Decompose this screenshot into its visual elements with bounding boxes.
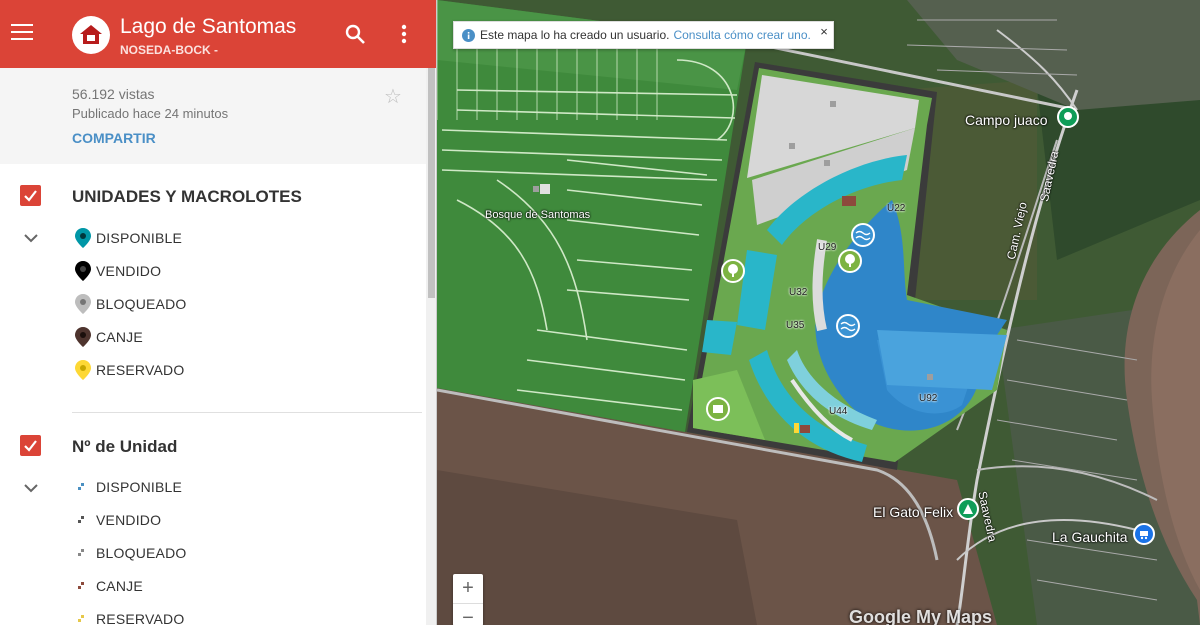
campground-icon[interactable] <box>957 498 979 520</box>
legend-label: VENDIDO <box>96 263 162 279</box>
layer-units-checkbox[interactable] <box>20 185 41 206</box>
legend-item-canje[interactable]: CANJE <box>72 324 412 350</box>
header-bar: Lago de Santomas NOSEDA-BOCK - <box>0 0 436 68</box>
legend-label: VENDIDO <box>96 512 162 528</box>
legend-label: BLOQUEADO <box>96 296 187 312</box>
google-my-maps-logo: Google My Maps <box>849 607 993 625</box>
view-count: 56.192 vistas <box>72 86 155 102</box>
user-map-notice: Este mapa lo ha creado un usuario. Consu… <box>453 21 834 49</box>
map-pin-icon <box>75 327 91 347</box>
park-icon[interactable] <box>1057 106 1079 128</box>
label-symbol-icon <box>78 483 84 490</box>
star-icon[interactable]: ☆ <box>384 84 402 109</box>
layer-divider <box>72 412 422 413</box>
published-time: Publicado hace 24 minutos <box>72 106 229 121</box>
chevron-down-icon[interactable] <box>22 229 40 247</box>
map-pin-icon <box>75 360 91 380</box>
label-symbol-icon <box>78 516 84 523</box>
layer-units-header: UNIDADES Y MACROLOTES <box>0 181 426 211</box>
legend-label: BLOQUEADO <box>96 545 187 561</box>
layer-unit-number-checkbox[interactable] <box>20 435 41 456</box>
layer-units-title: UNIDADES Y MACROLOTES <box>72 187 302 206</box>
close-icon[interactable]: × <box>820 24 828 39</box>
unit-label: U29 <box>818 242 837 253</box>
map-info: 56.192 vistas Publicado hace 24 minutos … <box>0 68 426 164</box>
map-logo <box>72 16 110 54</box>
sidebar-scrollbar[interactable] <box>426 68 436 625</box>
legend-item-disponible[interactable]: DISPONIBLE <box>72 225 412 251</box>
legend-item-bloqueado[interactable]: BLOQUEADO <box>72 540 412 566</box>
place-label-campo-juaco: Campo juaco <box>965 112 1048 128</box>
search-icon[interactable] <box>343 22 367 46</box>
label-symbol-icon <box>78 549 84 556</box>
legend-item-vendido[interactable]: VENDIDO <box>72 507 412 533</box>
scrollbar-thumb[interactable] <box>428 68 435 298</box>
unit-label: U92 <box>919 393 938 404</box>
unit-label: U44 <box>829 406 848 417</box>
map-pin-icon <box>75 228 91 248</box>
layer-unit-number-header: Nº de Unidad <box>0 431 426 461</box>
zoom-control: + − <box>453 574 483 625</box>
zoom-in-button[interactable]: + <box>453 574 483 604</box>
legend-label: DISPONIBLE <box>96 230 183 246</box>
legend-label: RESERVADO <box>96 362 185 378</box>
map-canvas[interactable]: Bosque de Santomas Campo juaco Cam. Viej… <box>437 0 1200 625</box>
legend-panel: Lago de Santomas NOSEDA-BOCK - 56.192 vi… <box>0 0 437 625</box>
legend-label: CANJE <box>96 578 143 594</box>
map-pin-icon <box>75 294 91 314</box>
legend-item-vendido[interactable]: VENDIDO <box>72 258 412 284</box>
notice-link[interactable]: Consulta cómo crear uno. <box>673 28 810 42</box>
unit-label: U32 <box>789 287 808 298</box>
layer-unit-number-title: Nº de Unidad <box>72 437 178 456</box>
legend-item-reservado[interactable]: RESERVADO <box>72 357 412 383</box>
info-icon <box>462 28 475 42</box>
legend-label: RESERVADO <box>96 611 185 625</box>
map-title: Lago de Santomas <box>120 15 297 38</box>
legend-label: DISPONIBLE <box>96 479 183 495</box>
legend-item-bloqueado[interactable]: BLOQUEADO <box>72 291 412 317</box>
more-options-icon[interactable] <box>392 22 416 46</box>
notice-text: Este mapa lo ha creado un usuario. <box>480 28 670 42</box>
legend-label: CANJE <box>96 329 143 345</box>
place-label-el-gato-felix: El Gato Felix <box>873 504 954 520</box>
map-author: NOSEDA-BOCK - <box>120 43 218 57</box>
place-label-la-gauchita: La Gauchita <box>1052 529 1128 545</box>
chevron-down-icon[interactable] <box>22 479 40 497</box>
zoom-out-button[interactable]: − <box>453 604 483 625</box>
legend-item-reservado[interactable]: RESERVADO <box>72 606 412 625</box>
my-maps-app: Lago de Santomas NOSEDA-BOCK - 56.192 vi… <box>0 0 1200 625</box>
label-symbol-icon <box>78 582 84 589</box>
legend-item-canje[interactable]: CANJE <box>72 573 412 599</box>
shopping-cart-icon[interactable] <box>1133 523 1155 545</box>
legend-item-disponible[interactable]: DISPONIBLE <box>72 474 412 500</box>
menu-icon[interactable] <box>11 24 33 42</box>
map-pin-icon <box>75 261 91 281</box>
unit-label: U22 <box>887 203 906 214</box>
label-symbol-icon <box>78 615 84 622</box>
share-button[interactable]: COMPARTIR <box>72 130 156 146</box>
place-label-bosque: Bosque de Santomas <box>485 209 591 221</box>
unit-label: U35 <box>786 320 805 331</box>
